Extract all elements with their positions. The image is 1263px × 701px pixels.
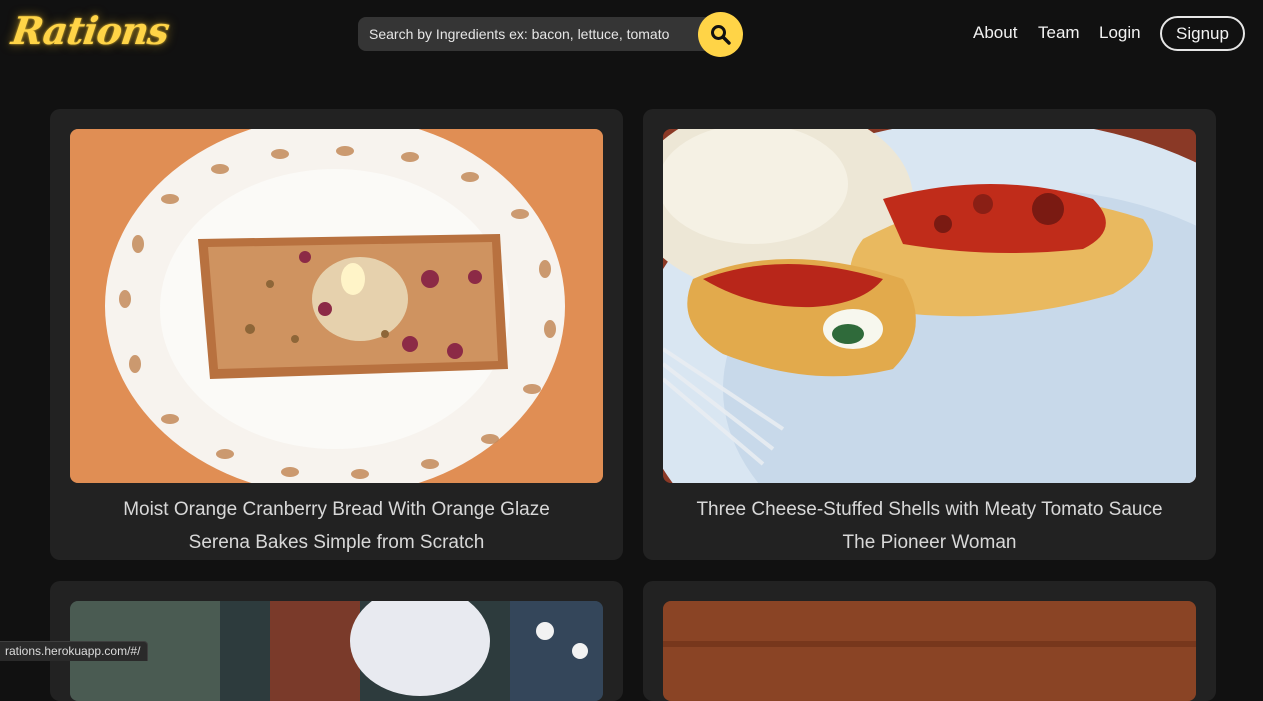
recipe-card[interactable]: Three Cheese-Stuffed Shells with Meaty T… <box>643 109 1216 560</box>
recipe-title[interactable]: Moist Orange Cranberry Bread With Orange… <box>50 499 623 521</box>
recipe-image[interactable] <box>70 601 603 701</box>
recipe-image[interactable] <box>663 601 1196 701</box>
recipe-card[interactable] <box>643 581 1216 701</box>
nav-login-link[interactable]: Login <box>1099 23 1141 43</box>
signup-button[interactable]: Signup <box>1160 16 1245 51</box>
search-input[interactable] <box>358 17 708 51</box>
recipe-source: Serena Bakes Simple from Scratch <box>188 532 485 553</box>
nav-about-link[interactable]: About <box>973 23 1017 43</box>
status-bar-url: rations.herokuapp.com/#/ <box>0 641 149 661</box>
nav-team-link[interactable]: Team <box>1038 23 1080 43</box>
navbar: Rations About Team Login Signup <box>0 0 1263 70</box>
search-bar <box>358 12 743 57</box>
search-icon <box>711 25 731 45</box>
recipe-card[interactable]: Moist Orange Cranberry Bread With Orange… <box>50 109 623 560</box>
recipe-image[interactable] <box>663 129 1196 483</box>
recipe-image[interactable] <box>70 129 603 483</box>
recipe-title[interactable]: Three Cheese-Stuffed Shells with Meaty T… <box>643 499 1216 521</box>
logo[interactable]: Rations <box>9 8 172 53</box>
search-button[interactable] <box>698 12 743 57</box>
recipe-source: The Pioneer Woman <box>842 532 1017 553</box>
